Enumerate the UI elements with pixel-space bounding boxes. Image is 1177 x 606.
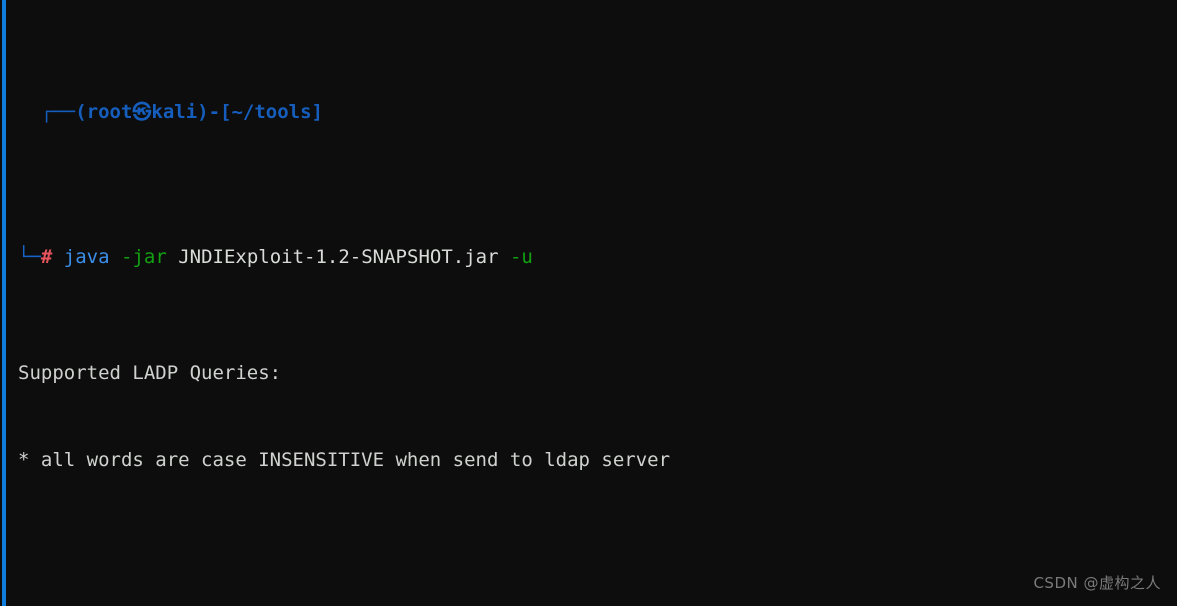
output-note-case-insensitive: * all words are case INSENSITIVE when se… — [18, 449, 671, 471]
command-jar-file: JNDIExploit-1.2-SNAPSHOT.jar — [166, 246, 510, 268]
prompt-root-symbol: # — [40, 246, 53, 268]
prompt-elbow-icon: └─ — [18, 246, 41, 268]
terminal-window[interactable]: ┌──(root㉿kali)-[~/tools] └─# java -jar J… — [0, 0, 1177, 606]
command-flag-u: -u — [509, 246, 533, 268]
terminal-focus-bar — [2, 0, 6, 606]
output-header-supported-queries: Supported LADP Queries: — [18, 362, 282, 384]
prompt-ghost-text: ┌──(root㉿kali)-[~/tools] — [18, 101, 323, 123]
previous-prompt-line-clipped: ┌──(root㉿kali)-[~/tools] — [18, 98, 1168, 127]
command-prompt-line[interactable]: └─# java -jar JNDIExploit-1.2-SNAPSHOT.j… — [18, 243, 1168, 272]
command-name: java — [63, 246, 110, 268]
terminal-content: ┌──(root㉿kali)-[~/tools] └─# java -jar J… — [18, 0, 1168, 606]
csdn-watermark: CSDN @虚构之人 — [1033, 574, 1161, 592]
command-space-1 — [110, 246, 121, 268]
output-blank-line — [18, 533, 1168, 562]
command-flag-jar: -jar — [121, 246, 167, 268]
